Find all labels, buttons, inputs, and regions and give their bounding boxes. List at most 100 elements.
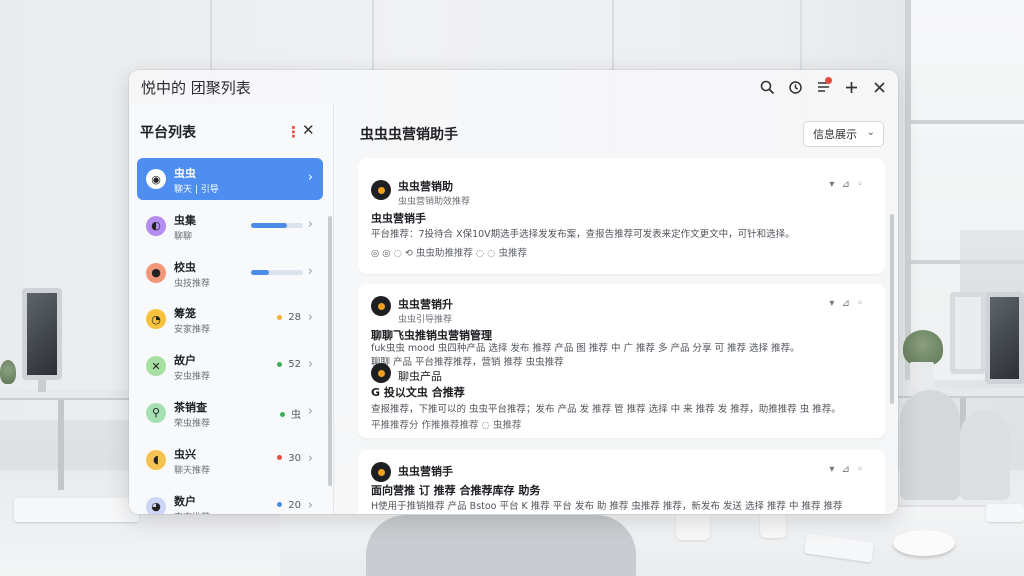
sidebar-item-sub: 安家推荐 <box>174 325 211 336</box>
cup <box>676 514 710 540</box>
mouse <box>893 530 955 556</box>
post-body: 查报推荐，下推可以的 虫虫平台推荐；发布 产品 发 推荐 管 推荐 选择 中 来… <box>371 404 841 415</box>
progress-bar <box>251 269 303 275</box>
desk-leg <box>58 400 64 490</box>
post-card[interactable]: 虫虫营销助 虫虫营销助效推荐 ▾ ⊿ ◦ 虫虫营销手 平台推荐：7投待合 X保1… <box>358 158 885 274</box>
chevron-right-icon: › <box>307 263 313 279</box>
plant-pot <box>910 362 934 388</box>
platform-avatar-icon: ✕ <box>146 356 166 377</box>
office-chair <box>960 410 1010 500</box>
progress-fill <box>251 269 270 275</box>
sidebar-item-meta: 虫 <box>280 406 301 421</box>
main-panel: 虫虫虫营销助手 信息展示 ⌄ 虫虫营销助 虫虫营销助效推荐 ▾ ⊿ ◦ 虫虫营销… <box>335 104 898 514</box>
sidebar-item-meta: 20 <box>277 500 301 511</box>
post-action-icons[interactable]: ▾ ⊿ ◦ <box>829 298 865 309</box>
sidebar-item-meta: 28 <box>277 312 301 323</box>
sidebar-item-name: 虫虫 <box>174 167 196 180</box>
post-author-sub: 虫虫引导推荐 <box>398 315 453 325</box>
author-avatar <box>371 180 391 200</box>
status-dot <box>277 502 283 508</box>
post-feed: 虫虫营销助 虫虫营销助效推荐 ▾ ⊿ ◦ 虫虫营销手 平台推荐：7投待合 X保1… <box>358 158 885 514</box>
sidebar-item-name: 虫兴 <box>174 447 196 461</box>
sidebar-item[interactable]: ◖ 虫兴聊天推荐 30 › <box>137 439 323 481</box>
platform-avatar-icon: ◔ <box>146 309 166 330</box>
sidebar-item-count: 虫 <box>291 409 301 421</box>
post-author: 虫虫营销手 <box>398 465 453 478</box>
sidebar-item-meta: 30 <box>277 453 301 464</box>
author-avatar <box>371 462 391 482</box>
sidebar-item[interactable]: ⚲ 茶销查 荣虫推荐 虫 › <box>137 392 323 434</box>
platform-avatar-icon: ◕ <box>146 496 166 514</box>
chevron-down-icon: ⌄ <box>866 127 875 138</box>
sidebar-item-sub: 聊聊 <box>174 231 193 242</box>
post-action-icons[interactable]: ▾ ⊿ ◦ <box>829 179 865 190</box>
close-icon[interactable] <box>868 76 890 98</box>
keyboard <box>986 504 1024 522</box>
main-title: 虫虫虫营销助手 <box>360 127 458 143</box>
notification-badge <box>825 77 832 84</box>
background-monitor <box>22 288 62 380</box>
office-chair <box>366 515 636 576</box>
post-body-secondary: 聊聊 产品 平台推荐推荐，营销 推荐 虫虫推荐 <box>371 357 564 368</box>
sidebar-item-name: 校虫 <box>174 260 196 274</box>
sidebar-item[interactable]: ◐ 虫集 聊聊 › <box>137 205 323 247</box>
sidebar-item-sub: 聊天推荐 <box>174 465 211 476</box>
sidebar-item-sub: 虫技推荐 <box>174 278 211 289</box>
post-card[interactable]: 虫虫营销手 ▾ ⊿ ◦ 面向营推 订 推荐 合推荐库存 助务 H使用于推销推荐 … <box>358 450 885 514</box>
window-frame <box>905 120 1024 124</box>
sidebar-item-count: 28 <box>288 312 301 324</box>
chevron-right-icon: › <box>307 310 313 326</box>
display-select-value: 信息展示 <box>813 128 857 141</box>
sidebar-item[interactable]: ◉ 虫虫 聊天 | 引导 › <box>137 158 323 200</box>
sidebar-item-name: 数户 <box>174 494 196 508</box>
platform-avatar-icon: ◖ <box>146 449 166 470</box>
window-title: 悦中的 团聚列表 <box>141 78 251 97</box>
keyboard <box>14 498 139 522</box>
title-actions <box>756 76 890 98</box>
sidebar-item-sub: 安灾推荐 <box>174 510 210 514</box>
background-monitor <box>985 292 1024 384</box>
platform-sidebar: 平台列表 ⋮ ✕ ◉ 虫虫 聊天 | 引导 › ◐ 虫集 聊聊 › ● 校虫 虫技推荐 › ◔ 筹笼 安家推… <box>129 104 334 514</box>
sidebar-item[interactable]: ◕ 数户安灾推荐 20 › <box>137 486 323 514</box>
sidebar-item-name: 虫集 <box>174 213 196 227</box>
post-headline: 虫虫营销手 <box>371 212 426 225</box>
sidebar-item[interactable]: ✕ 故户 安虫推荐 52 › <box>137 345 323 387</box>
chevron-right-icon: › <box>307 450 313 466</box>
post-footer: 平推推荐分 作推推荐推荐 ◌ 虫推荐 <box>371 420 522 431</box>
sidebar-close-icon[interactable]: ✕ <box>302 121 315 139</box>
sidebar-item-sub: 荣虫推荐 <box>174 418 211 429</box>
history-icon[interactable] <box>784 76 806 98</box>
display-select[interactable]: 信息展示 ⌄ <box>803 121 884 147</box>
app-window: 悦中的 团聚列表 平台列表 ⋮ ✕ ◉ 虫虫 聊天 | 引导 › ◐ 虫集 聊聊… <box>129 70 898 514</box>
search-icon[interactable] <box>756 76 778 98</box>
platform-avatar-icon: ◐ <box>146 215 166 236</box>
chevron-right-icon: › <box>307 170 313 185</box>
office-chair <box>900 390 960 500</box>
status-dot <box>277 455 283 461</box>
more-icon[interactable]: ⋮ <box>286 123 301 141</box>
notification-icon[interactable] <box>812 76 834 98</box>
post-action-icons[interactable]: ▾ ⊿ ◦ <box>829 464 865 475</box>
sidebar-item-count: 30 <box>288 452 301 464</box>
main-scrollbar[interactable] <box>890 214 894 404</box>
sidebar-scrollbar[interactable] <box>328 216 332 486</box>
post-headline: 面向营推 订 推荐 合推荐库存 助务 <box>371 484 541 497</box>
post-card[interactable]: 虫虫营销升 虫虫引导推荐 ▾ ⊿ ◦ 聊聊飞虫推销虫营销管理 fuk虫虫 moo… <box>358 284 885 438</box>
post-author: 聊虫产品 <box>398 370 442 383</box>
post-footer: ◎ ◎ ◌ ⟲ 虫虫助推推荐 ◌ ◌ 虫推荐 <box>371 248 528 259</box>
sidebar-item-name: 茶销查 <box>174 400 207 414</box>
status-dot <box>277 314 283 320</box>
sidebar-item[interactable]: ◔ 筹笼 安家推荐 28 › <box>137 298 323 340</box>
sidebar-item[interactable]: ● 校虫虫技推荐 › <box>137 252 323 294</box>
author-avatar <box>371 296 391 316</box>
platform-avatar-icon: ● <box>146 262 166 283</box>
platform-avatar-icon: ◉ <box>146 169 166 189</box>
post-author-sub: 虫虫营销助效推荐 <box>398 197 471 207</box>
city-view <box>960 230 1024 300</box>
author-avatar <box>371 363 391 383</box>
background-desk <box>0 390 130 400</box>
platform-avatar-icon: ⚲ <box>146 402 166 423</box>
status-dot <box>280 412 285 418</box>
chevron-right-icon: › <box>307 497 313 513</box>
add-icon[interactable] <box>840 76 862 98</box>
